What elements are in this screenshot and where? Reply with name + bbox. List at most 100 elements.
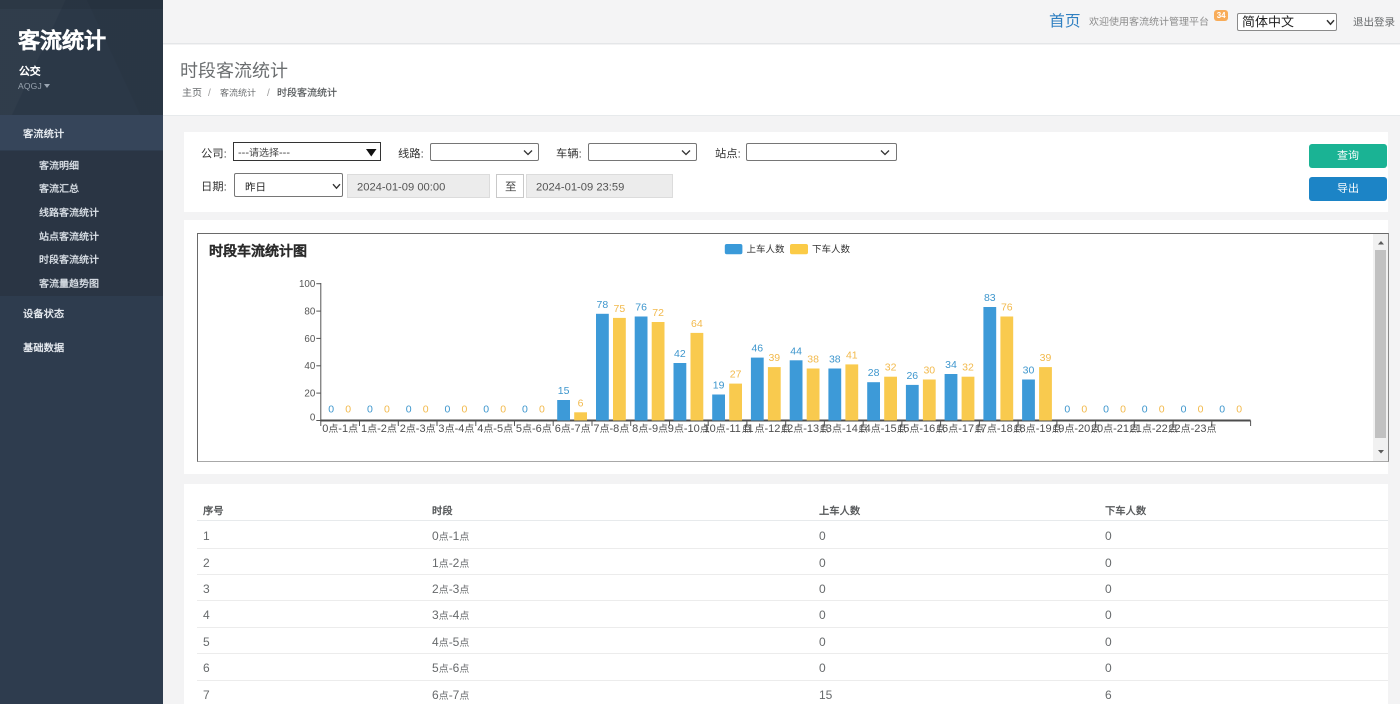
svg-text:-12: -12 xyxy=(765,423,781,435)
svg-text:0: 0 xyxy=(461,404,467,416)
svg-text:3: 3 xyxy=(438,423,444,435)
svg-text:80: 80 xyxy=(304,307,315,318)
svg-text:0: 0 xyxy=(328,404,334,416)
svg-text:0: 0 xyxy=(1105,635,1112,649)
svg-text:0: 0 xyxy=(819,661,826,675)
svg-text:39: 39 xyxy=(768,352,780,364)
svg-text:41: 41 xyxy=(846,349,858,361)
svg-text:64: 64 xyxy=(691,318,703,330)
svg-text:16: 16 xyxy=(936,423,948,435)
svg-text::: : xyxy=(737,148,740,160)
svg-text:100: 100 xyxy=(299,279,316,290)
svg-text:0: 0 xyxy=(819,556,826,570)
svg-text:-3: -3 xyxy=(416,423,426,435)
svg-text:0: 0 xyxy=(1105,529,1112,543)
svg-text:0: 0 xyxy=(322,423,328,435)
svg-text:0: 0 xyxy=(819,608,826,622)
svg-text:-11: -11 xyxy=(726,423,741,435)
svg-text:0: 0 xyxy=(310,412,316,423)
svg-text::: : xyxy=(579,148,582,160)
svg-text:0: 0 xyxy=(1219,404,1225,416)
svg-text:20: 20 xyxy=(304,389,315,400)
svg-text:27: 27 xyxy=(730,369,742,381)
svg-text:/: / xyxy=(208,88,211,99)
svg-text:0: 0 xyxy=(522,404,528,416)
svg-text:6: 6 xyxy=(555,423,561,435)
svg-text:-21: -21 xyxy=(1113,423,1129,435)
svg-text:-22: -22 xyxy=(1152,423,1168,435)
svg-text:0: 0 xyxy=(423,404,429,416)
svg-text:0: 0 xyxy=(1236,404,1242,416)
svg-text:21: 21 xyxy=(1130,423,1142,435)
svg-text:-19: -19 xyxy=(1036,423,1052,435)
svg-text:0: 0 xyxy=(539,404,545,416)
svg-text:32: 32 xyxy=(885,362,897,374)
svg-text:-23: -23 xyxy=(1191,423,1207,435)
svg-text:9: 9 xyxy=(668,423,674,435)
svg-text:60: 60 xyxy=(304,334,315,345)
svg-text:18: 18 xyxy=(1013,423,1025,435)
svg-text:34: 34 xyxy=(945,359,957,371)
svg-text:-5: -5 xyxy=(449,635,460,649)
svg-text:20: 20 xyxy=(1091,423,1103,435)
svg-text:---: --- xyxy=(238,147,249,159)
svg-text:1: 1 xyxy=(203,529,210,543)
svg-text:7: 7 xyxy=(203,688,210,702)
svg-text:44: 44 xyxy=(790,345,802,357)
svg-text:-4: -4 xyxy=(449,608,460,622)
svg-text:-20: -20 xyxy=(1074,423,1090,435)
svg-text:0: 0 xyxy=(819,635,826,649)
svg-text:15: 15 xyxy=(819,688,833,702)
svg-text:-10: -10 xyxy=(684,423,700,435)
svg-text:6: 6 xyxy=(1105,688,1112,702)
svg-text:-7: -7 xyxy=(571,423,581,435)
svg-text:5: 5 xyxy=(432,661,439,675)
svg-text:22: 22 xyxy=(1168,423,1180,435)
svg-text:-6: -6 xyxy=(532,423,542,435)
svg-text:0: 0 xyxy=(1081,404,1087,416)
svg-text:0: 0 xyxy=(384,404,390,416)
svg-text:38: 38 xyxy=(807,354,819,366)
svg-text:0: 0 xyxy=(500,404,506,416)
svg-text:4: 4 xyxy=(203,608,210,622)
svg-text:---: --- xyxy=(279,147,290,159)
svg-text:0: 0 xyxy=(406,404,412,416)
svg-text:83: 83 xyxy=(984,292,996,304)
svg-text:3: 3 xyxy=(203,582,210,596)
svg-text::: : xyxy=(223,148,226,160)
svg-text:-2: -2 xyxy=(377,423,387,435)
svg-text:-5: -5 xyxy=(493,423,503,435)
svg-text:0: 0 xyxy=(1105,661,1112,675)
svg-text:0: 0 xyxy=(1142,404,1148,416)
svg-text:5: 5 xyxy=(516,423,522,435)
svg-text:0: 0 xyxy=(1159,404,1165,416)
svg-text:42: 42 xyxy=(674,348,686,360)
svg-text:2: 2 xyxy=(400,423,406,435)
svg-text:0: 0 xyxy=(819,529,826,543)
svg-text:2024-01-09 00:00: 2024-01-09 00:00 xyxy=(357,181,445,193)
svg-text:/: / xyxy=(267,88,270,99)
svg-text:-6: -6 xyxy=(449,661,460,675)
svg-text:-4: -4 xyxy=(455,423,465,435)
svg-text:4: 4 xyxy=(477,423,483,435)
svg-text:-1: -1 xyxy=(449,529,460,543)
svg-text:1: 1 xyxy=(361,423,367,435)
svg-text:0: 0 xyxy=(819,582,826,596)
svg-text:-14: -14 xyxy=(842,423,858,435)
svg-text:0: 0 xyxy=(367,404,373,416)
svg-text:0: 0 xyxy=(1105,582,1112,596)
svg-text:0: 0 xyxy=(1198,404,1204,416)
svg-text:-9: -9 xyxy=(648,423,658,435)
svg-text:46: 46 xyxy=(751,343,763,355)
svg-text:8: 8 xyxy=(632,423,638,435)
svg-text:19: 19 xyxy=(713,380,725,392)
svg-text:0: 0 xyxy=(1181,404,1187,416)
svg-text:19: 19 xyxy=(1052,423,1064,435)
svg-text:0: 0 xyxy=(444,404,450,416)
svg-text:3: 3 xyxy=(432,608,439,622)
svg-text:39: 39 xyxy=(1040,352,1052,364)
svg-text:0: 0 xyxy=(483,404,489,416)
svg-text:15: 15 xyxy=(897,423,909,435)
svg-text:78: 78 xyxy=(597,299,609,311)
svg-text:2: 2 xyxy=(203,556,210,570)
